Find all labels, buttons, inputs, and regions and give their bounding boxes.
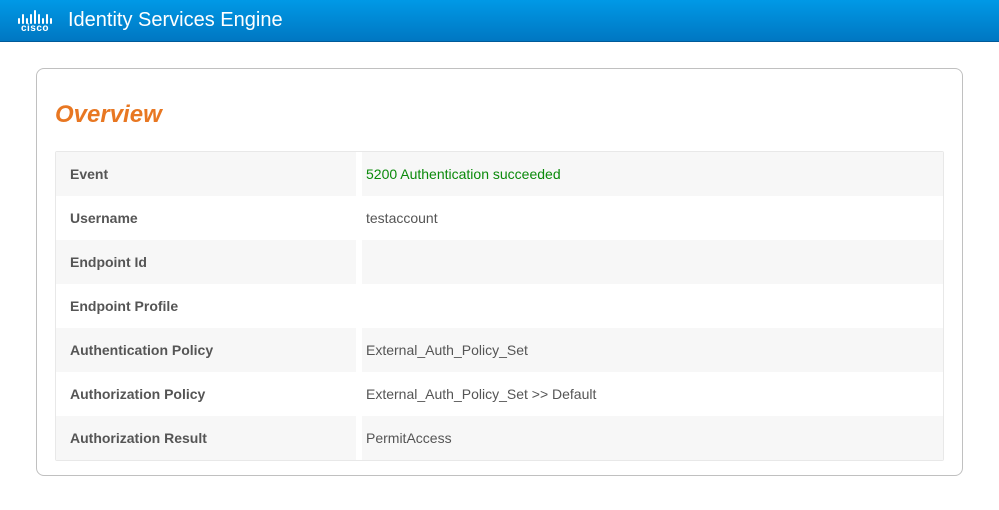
value-authentication-policy: External_Auth_Policy_Set bbox=[362, 328, 943, 372]
row-endpoint-id: Endpoint Id bbox=[56, 240, 943, 284]
row-authorization-result: Authorization Result PermitAccess bbox=[56, 416, 943, 460]
overview-table: Event 5200 Authentication succeeded User… bbox=[55, 151, 944, 461]
value-authorization-result: PermitAccess bbox=[362, 416, 943, 460]
app-title: Identity Services Engine bbox=[68, 9, 283, 32]
row-authorization-policy: Authorization Policy External_Auth_Polic… bbox=[56, 372, 943, 416]
cisco-logo-text: cisco bbox=[21, 23, 49, 34]
app-header: cisco Identity Services Engine bbox=[0, 0, 999, 42]
label-event: Event bbox=[56, 152, 356, 196]
value-username: testaccount bbox=[362, 196, 943, 240]
overview-panel: Overview Event 5200 Authentication succe… bbox=[36, 68, 963, 476]
row-event: Event 5200 Authentication succeeded bbox=[56, 152, 943, 196]
label-username: Username bbox=[56, 196, 356, 240]
cisco-logo-bars-icon bbox=[18, 8, 52, 24]
row-username: Username testaccount bbox=[56, 196, 943, 240]
row-authentication-policy: Authentication Policy External_Auth_Poli… bbox=[56, 328, 943, 372]
label-endpoint-id: Endpoint Id bbox=[56, 240, 356, 284]
value-event: 5200 Authentication succeeded bbox=[362, 152, 943, 196]
label-authorization-result: Authorization Result bbox=[56, 416, 356, 460]
panel-title: Overview bbox=[55, 101, 944, 129]
value-authorization-policy: External_Auth_Policy_Set >> Default bbox=[362, 372, 943, 416]
label-authentication-policy: Authentication Policy bbox=[56, 328, 356, 372]
row-endpoint-profile: Endpoint Profile bbox=[56, 284, 943, 328]
value-endpoint-profile bbox=[362, 284, 943, 328]
value-endpoint-id bbox=[362, 240, 943, 284]
cisco-logo: cisco bbox=[18, 8, 52, 34]
label-authorization-policy: Authorization Policy bbox=[56, 372, 356, 416]
content-wrapper: Overview Event 5200 Authentication succe… bbox=[0, 42, 999, 502]
label-endpoint-profile: Endpoint Profile bbox=[56, 284, 356, 328]
